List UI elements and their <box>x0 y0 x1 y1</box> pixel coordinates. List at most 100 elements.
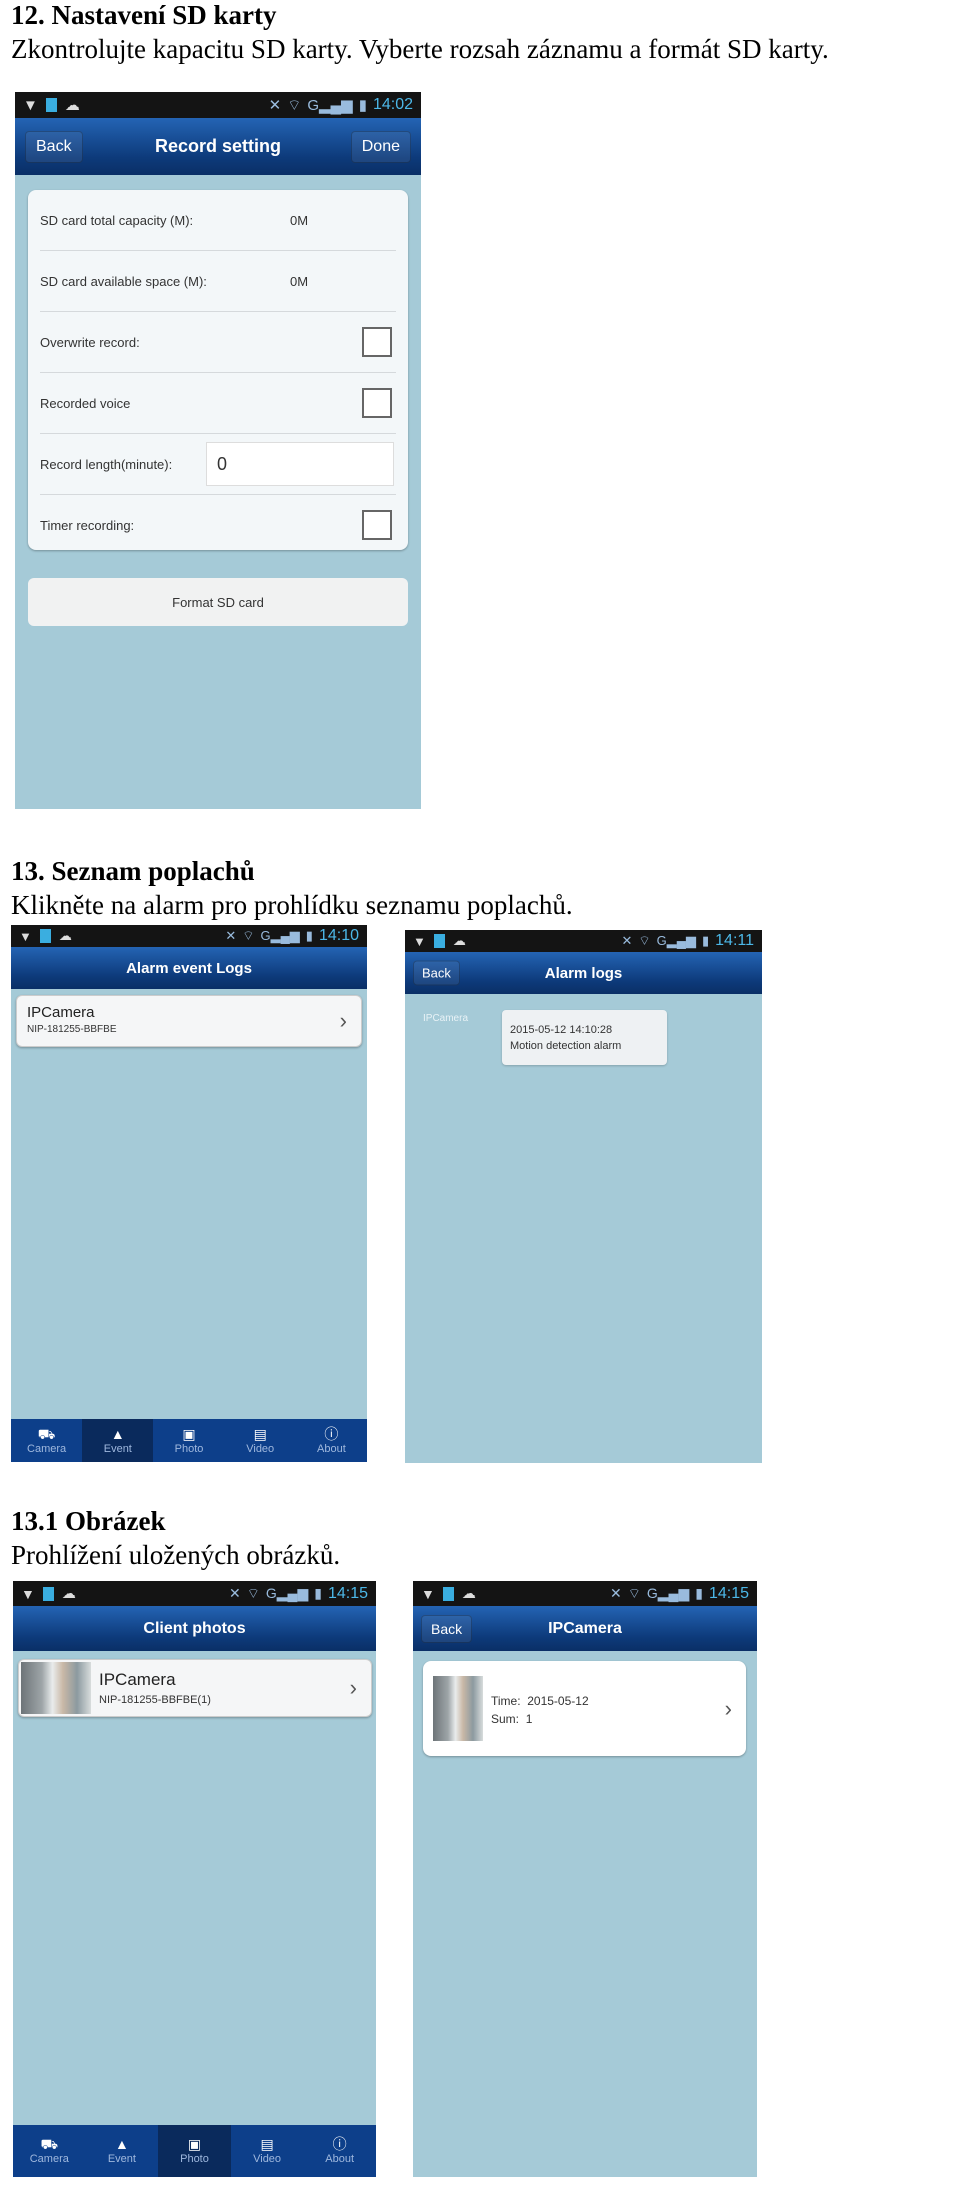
camera-list-item[interactable]: IPCamera NIP-181255-BBFBE › <box>16 995 362 1047</box>
photo-thumbnail <box>433 1676 483 1741</box>
label: Overwrite record: <box>40 334 140 350</box>
tab-about[interactable]: ⓘ About <box>303 2125 376 2177</box>
voice-row: Recorded voice <box>40 373 396 434</box>
record-setting-screen: ▼ ☁ ✕ ⌔ G▂▄▆ ▮ 14:02 Back Record setting Done… <box>15 92 421 809</box>
total-capacity-value: 0M <box>290 212 309 228</box>
nav-bar: Alarm event Logs <box>11 947 367 989</box>
tab-camera[interactable]: ⛟ Camera <box>13 2125 86 2177</box>
tab-video[interactable]: ▤ Video <box>225 1419 296 1462</box>
tab-photo[interactable]: ▣ Photo <box>158 2125 231 2177</box>
signal-icon: G▂▄▆ <box>656 933 696 948</box>
done-button[interactable]: Done <box>350 130 411 163</box>
section-text: Klikněte na alarm pro prohlídku seznamu … <box>11 890 573 920</box>
total-capacity-row: SD card total capacity (M): 0M <box>40 190 396 251</box>
camera-name: IPCamera <box>99 1670 176 1689</box>
wifi-icon: ⌔ <box>246 1584 260 1601</box>
clock: 14:10 <box>318 927 359 944</box>
nav-bar: Back Alarm logs <box>405 952 762 994</box>
camera-list-item[interactable]: IPCamera NIP-181255-BBFBE(1) › <box>18 1659 372 1717</box>
alarm-message-bubble[interactable]: 2015-05-12 14:10:28 Motion detection ala… <box>502 1010 667 1065</box>
chevron-right-icon: › <box>724 1695 732 1721</box>
time-label: Time: <box>491 1694 521 1708</box>
status-bar: ▼ ☁ ✕ ⌔ G▂▄▆ ▮ 14:15 <box>413 1581 757 1606</box>
record-length-input[interactable]: 0 <box>206 442 394 486</box>
battery-icon: ▮ <box>701 933 710 948</box>
timer-checkbox[interactable] <box>362 510 392 540</box>
back-button[interactable]: Back <box>421 1614 473 1643</box>
battery-icon: ▮ <box>305 928 313 943</box>
clock: 14:15 <box>327 1584 368 1602</box>
camera-id: NIP-181255-BBFBE <box>27 1024 117 1035</box>
clock: 14:15 <box>708 1584 749 1602</box>
camera-photos-screen: ▼ ☁ ✕ ⌔ G▂▄▆ ▮ 14:15 Back IPCamera Time: 2015… <box>413 1581 757 2177</box>
chevron-right-icon: › <box>339 1008 347 1033</box>
tab-label: About <box>317 1442 346 1455</box>
camera-id: NIP-181255-BBFBE(1) <box>99 1694 211 1706</box>
tab-label: Camera <box>29 2153 69 2165</box>
mute-icon: ✕ <box>621 933 633 948</box>
alarm-datetime: 2015-05-12 14:10:28 <box>510 1024 613 1036</box>
available-space-row: SD card available space (M): 0M <box>40 251 396 312</box>
tab-event[interactable]: ▲ Event <box>86 2125 159 2177</box>
photo-date-item[interactable]: Time: 2015-05-12 Sum: 1 › <box>423 1661 746 1756</box>
status-bar: ▼ ☁ ✕ ⌔ G▂▄▆ ▮ 14:10 <box>11 925 367 947</box>
wifi-icon: ⌔ <box>627 1584 641 1601</box>
wifi-icon: ⌔ <box>287 96 302 114</box>
info-icon: ⓘ <box>324 1425 339 1442</box>
tab-label: About <box>325 2153 355 2165</box>
wifi-icon: ⌔ <box>638 933 651 948</box>
tab-label: Event <box>107 2153 136 2165</box>
app-icon <box>42 1586 54 1601</box>
camera-icon: ⛟ <box>37 1425 56 1442</box>
battery-icon: ▮ <box>695 1585 703 1601</box>
alarm-message: Motion detection alarm <box>510 1040 622 1052</box>
overwrite-row: Overwrite record: <box>40 312 396 373</box>
sum-label: Sum: <box>491 1712 520 1726</box>
app-icon <box>442 1586 454 1601</box>
back-button[interactable]: Back <box>25 130 83 163</box>
voice-checkbox[interactable] <box>362 388 392 418</box>
tab-video[interactable]: ▤ Video <box>231 2125 304 2177</box>
section-text: Prohlížení uložených obrázků. <box>11 1540 341 1570</box>
signal-icon: G▂▄▆ <box>260 928 300 943</box>
settings-card: SD card total capacity (M): 0M SD card av… <box>28 190 408 550</box>
info-icon: ⓘ <box>332 2136 347 2152</box>
page-title: Alarm event Logs <box>126 959 252 977</box>
app-icon <box>39 929 51 943</box>
overwrite-checkbox[interactable] <box>362 327 392 357</box>
app-icon <box>45 98 57 112</box>
notification-icon: ▼ <box>19 928 32 944</box>
tab-camera[interactable]: ⛟ Camera <box>11 1419 82 1462</box>
nav-bar: Back Record setting Done <box>15 118 421 175</box>
notification-icon: ▼ <box>23 96 38 114</box>
mute-icon: ✕ <box>268 97 282 114</box>
status-bar: ▼ ☁ ✕ ⌔ G▂▄▆ ▮ 14:11 <box>405 930 762 952</box>
page-title: Client photos <box>143 1619 246 1637</box>
nav-bar: Client photos <box>13 1606 376 1651</box>
cloud-icon: ☁ <box>461 1585 476 1601</box>
battery-icon: ▮ <box>314 1585 322 1601</box>
mute-icon: ✕ <box>609 1585 622 1601</box>
tab-about[interactable]: ⓘ About <box>296 1419 367 1462</box>
photo-thumbnail <box>21 1662 91 1714</box>
available-space-value: 0M <box>290 273 309 289</box>
signal-icon: G▂▄▆ <box>265 1585 309 1601</box>
timer-row: Timer recording: <box>40 495 396 555</box>
section-text: Zkontrolujte kapacitu SD karty. Vyberte … <box>11 34 829 64</box>
tab-bar: ⛟ Camera ▲ Event ▣ Photo ▤ Video ⓘ About <box>11 1419 367 1462</box>
notification-icon: ▼ <box>421 1585 435 1602</box>
record-length-row: Record length(minute): 0 <box>40 434 396 495</box>
tab-label: Video <box>246 1442 275 1455</box>
client-photos-screen: ▼ ☁ ✕ ⌔ G▂▄▆ ▮ 14:15 Client photos IPCamera N… <box>13 1581 376 2177</box>
tab-photo[interactable]: ▣ Photo <box>153 1419 224 1462</box>
tab-event[interactable]: ▲ Event <box>82 1419 154 1462</box>
alarm-event-logs-screen: ▼ ☁ ✕ ⌔ G▂▄▆ ▮ 14:10 Alarm event Logs IPCamer… <box>11 925 367 1462</box>
cloud-icon: ☁ <box>61 1585 76 1601</box>
battery-icon: ▮ <box>358 97 367 114</box>
alarm-bell-icon: ▲ <box>110 1425 125 1442</box>
format-sd-button[interactable]: Format SD card <box>28 578 408 626</box>
status-bar: ▼ ☁ ✕ ⌔ G▂▄▆ ▮ 14:15 <box>13 1581 376 1606</box>
back-button[interactable]: Back <box>413 960 460 986</box>
notification-icon: ▼ <box>21 1585 35 1602</box>
camera-label: IPCamera <box>423 1013 469 1024</box>
